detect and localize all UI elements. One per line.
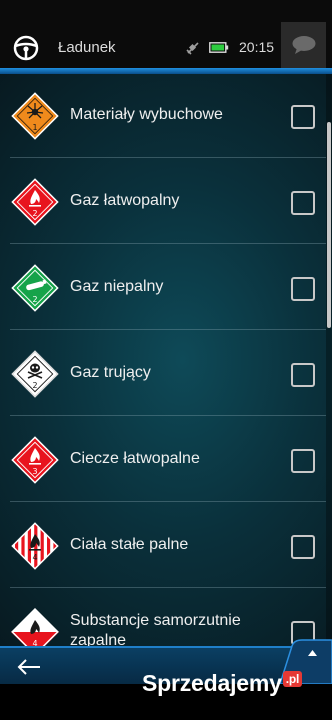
flame-icon: 2 [11,178,59,226]
item-label: Gaz łatwopalny [70,192,180,209]
status-bar: Ładunek 20:15 [0,0,332,68]
item-checkbox[interactable] [291,363,315,387]
clock: 20:15 [239,39,275,55]
list-item[interactable]: 2 Gaz łatwopalny [0,160,326,246]
item-checkbox[interactable] [291,191,315,215]
svg-text:3: 3 [32,467,37,476]
flame-icon: 4 [11,522,59,570]
svg-text:4: 4 [32,639,37,646]
item-label: Gaz niepalny [70,278,164,295]
bottom-bar: Sprzedajemy .pl [0,639,332,720]
chat-bubble-icon [292,36,316,54]
page-title: Ładunek [58,39,116,56]
skull-icon: 2 [11,350,59,398]
item-label: Ciecze łatwopalne [70,450,200,467]
item-label: Ciała stałe palne [70,536,189,553]
svg-text:1: 1 [32,123,37,132]
messages-button[interactable] [281,22,326,68]
svg-text:2: 2 [32,295,37,304]
item-checkbox[interactable] [291,277,315,301]
item-checkbox[interactable] [291,535,315,559]
divider [10,329,326,330]
divider [10,501,326,502]
svg-text:2: 2 [32,209,37,218]
divider [10,415,326,416]
steering-wheel-icon[interactable] [13,35,39,61]
list-item[interactable]: 4 Ciała stałe palne [0,504,326,590]
svg-text:2: 2 [32,381,37,390]
divider [10,157,326,158]
cargo-list: 1 Materiały wybuchowe 2 Gaz łatwopalny 2… [0,74,332,646]
item-checkbox[interactable] [291,449,315,473]
flame-icon: 3 [11,436,59,484]
list-item[interactable]: 3 Ciecze łatwopalne [0,418,326,504]
item-label: Gaz trujący [70,364,151,381]
watermark: Sprzedajemy .pl [142,670,303,697]
item-label: Materiały wybuchowe [70,106,223,123]
scrollbar-thumb[interactable] [327,122,331,328]
gps-signal-icon [186,42,199,55]
divider [10,243,326,244]
back-arrow-icon[interactable] [16,656,42,678]
list-item[interactable]: 2 Gaz niepalny [0,246,326,332]
divider [10,587,326,588]
item-checkbox[interactable] [291,105,315,129]
explosive-icon: 1 [11,92,59,140]
flame-icon: 4 [11,608,59,646]
svg-text:4: 4 [32,553,37,562]
list-item[interactable]: 2 Gaz trujący [0,332,326,418]
battery-icon [209,42,229,53]
item-label: Substancje samorzutnie zapalne [70,612,241,646]
list-item[interactable]: 1 Materiały wybuchowe [0,74,326,160]
gas-cylinder-icon: 2 [11,264,59,312]
